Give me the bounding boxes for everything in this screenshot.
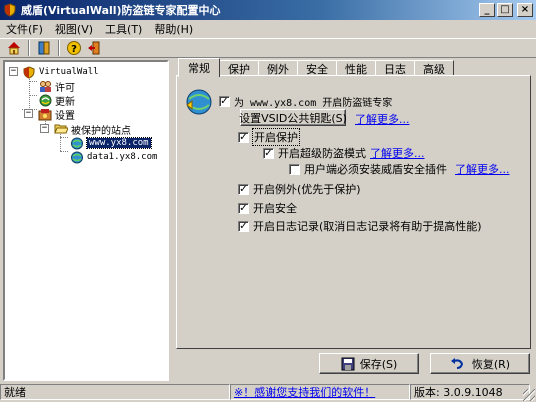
tree-node-license[interactable]: 许可 xyxy=(37,79,75,94)
tree-node-site-selected[interactable]: www.yx8.com xyxy=(69,136,152,150)
restore-button[interactable]: 恢复(R) xyxy=(430,353,530,374)
menu-view[interactable]: 视图(V) xyxy=(49,21,99,37)
window-title: 威盾(VirtualWall)防盗链专家配置中心 xyxy=(21,4,221,17)
general-tab-body: ✓ 为 www.yx8.com 开启防盗链专家 设置VSID公共钥匙(S) 了解… xyxy=(176,75,531,349)
tree-label-site-2: data1.yx8.com xyxy=(87,152,158,162)
tree-node-protected-sites[interactable]: 被保护的站点 xyxy=(53,122,131,137)
book-icon[interactable] xyxy=(34,39,54,57)
tree-label-settings: 设置 xyxy=(55,110,75,122)
tree-label-protected-sites: 被保护的站点 xyxy=(71,125,131,137)
tree-label-update: 更新 xyxy=(55,96,75,108)
globe-person-icon xyxy=(69,136,85,150)
tree-label-root: VirtualWall xyxy=(39,67,99,77)
enable-protection-label: 开启保护 xyxy=(252,128,300,146)
tree-node-update[interactable]: 更新 xyxy=(37,93,75,108)
undo-icon xyxy=(450,357,464,370)
require-plugin-row[interactable]: 用户端必须安装威盾安全插件 了解更多... xyxy=(289,162,510,176)
status-thanks-link[interactable]: ※！感谢您支持我们的软件！ xyxy=(230,384,410,400)
super-mode-label: 开启超级防盗模式 xyxy=(278,147,366,160)
enable-exceptions-label: 开启例外(优先于保护) xyxy=(253,183,361,196)
resize-grip[interactable] xyxy=(523,389,535,401)
protect-site-label: 为 www.yx8.com 开启防盗链专家 xyxy=(234,97,393,109)
tree-line xyxy=(29,81,37,82)
save-button[interactable]: 保存(S) xyxy=(319,353,419,374)
svg-text:?: ? xyxy=(71,44,77,55)
tree-label-site-selected: www.yx8.com xyxy=(86,137,152,149)
protect-site-checkbox[interactable]: ✓ xyxy=(219,95,230,107)
toolbar-separator xyxy=(28,40,30,56)
shield-icon xyxy=(3,3,17,17)
tree-node-site-2[interactable]: data1.yx8.com xyxy=(69,150,157,164)
enable-protection-row[interactable]: ✓ 开启保护 xyxy=(238,128,300,146)
menu-help[interactable]: 帮助(H) xyxy=(148,21,199,37)
maximize-button[interactable]: □ xyxy=(497,3,513,17)
require-plugin-checkbox[interactable] xyxy=(289,163,300,175)
toolbar: ? xyxy=(0,38,536,58)
tree-expander-settings[interactable]: − xyxy=(24,109,33,118)
tree-node-root[interactable]: VirtualWall xyxy=(21,65,99,79)
config-panel: 常规 保护 例外 安全 性能 日志 高级 ✓ 为 www.yx8.com 开启防… xyxy=(174,58,533,381)
tree-line xyxy=(60,151,68,152)
menu-tools[interactable]: 工具(T) xyxy=(99,21,148,37)
tree-node-settings[interactable]: 设置 xyxy=(37,107,75,122)
help-icon[interactable]: ? xyxy=(64,39,84,57)
tree-line xyxy=(60,137,68,138)
status-bar: 就绪 ※！感谢您支持我们的软件！ 版本: 3.0.9.1048 xyxy=(0,382,536,402)
status-ready: 就绪 xyxy=(0,384,230,400)
tab-general[interactable]: 常规 xyxy=(178,58,220,77)
learn-more-link-super[interactable]: 了解更多... xyxy=(370,145,425,161)
home-icon[interactable] xyxy=(4,39,24,57)
minimize-button[interactable]: _ xyxy=(479,3,495,17)
enable-logging-checkbox[interactable]: ✓ xyxy=(238,220,249,232)
enable-logging-row[interactable]: ✓ 开启日志记录(取消日志记录将有助于提高性能) xyxy=(238,219,482,233)
enable-security-label: 开启安全 xyxy=(253,202,297,215)
tree-expander-root[interactable]: − xyxy=(9,67,18,76)
enable-security-row[interactable]: ✓ 开启安全 xyxy=(238,201,297,215)
tree-expander-protected-sites[interactable]: − xyxy=(40,124,49,133)
globe-shield-icon xyxy=(184,87,214,120)
settings-tree[interactable]: − VirtualWall 许可 更新 − 设置 − 被保护的站点 www.yx… xyxy=(3,60,169,381)
save-icon xyxy=(341,357,355,371)
shield-icon xyxy=(21,65,37,79)
super-mode-row[interactable]: ✓ 开启超级防盗模式 了解更多... xyxy=(263,146,425,160)
set-vsid-key-button[interactable]: 设置VSID公共钥匙(S) xyxy=(239,109,347,126)
require-plugin-label: 用户端必须安装威盾安全插件 xyxy=(304,163,447,176)
protect-site-row[interactable]: ✓ 为 www.yx8.com 开启防盗链专家 xyxy=(219,94,393,109)
folder-open-icon xyxy=(53,122,69,136)
enable-exceptions-checkbox[interactable]: ✓ xyxy=(238,183,249,195)
tree-label-license: 许可 xyxy=(55,82,75,94)
learn-more-link-plugin[interactable]: 了解更多... xyxy=(455,161,510,177)
main-window: 威盾(VirtualWall)防盗链专家配置中心 _ □ × 文件(F) 视图(… xyxy=(0,0,536,402)
toolbar-separator xyxy=(58,40,60,56)
exit-icon[interactable] xyxy=(84,39,104,57)
enable-security-checkbox[interactable]: ✓ xyxy=(238,202,249,214)
menu-bar: 文件(F) 视图(V) 工具(T) 帮助(H) xyxy=(0,20,536,38)
status-version: 版本: 3.0.9.1048 xyxy=(410,384,530,400)
settings-icon xyxy=(37,107,53,121)
tree-line xyxy=(29,95,37,96)
enable-logging-label: 开启日志记录(取消日志记录将有助于提高性能) xyxy=(253,220,482,233)
save-label: 保存(S) xyxy=(359,357,398,371)
restore-label: 恢复(R) xyxy=(471,357,511,371)
tab-strip: 常规 保护 例外 安全 性能 日志 高级 xyxy=(178,58,454,77)
learn-more-link-vsid[interactable]: 了解更多... xyxy=(355,111,410,127)
enable-protection-checkbox[interactable]: ✓ xyxy=(238,131,249,143)
super-mode-checkbox[interactable]: ✓ xyxy=(263,147,274,159)
close-button[interactable]: × xyxy=(517,3,533,17)
globe-refresh-icon xyxy=(37,93,53,107)
enable-exceptions-row[interactable]: ✓ 开启例外(优先于保护) xyxy=(238,182,361,196)
title-bar[interactable]: 威盾(VirtualWall)防盗链专家配置中心 _ □ × xyxy=(0,0,536,20)
globe-person-icon xyxy=(69,150,85,164)
people-icon xyxy=(37,79,53,93)
menu-file[interactable]: 文件(F) xyxy=(0,21,49,37)
